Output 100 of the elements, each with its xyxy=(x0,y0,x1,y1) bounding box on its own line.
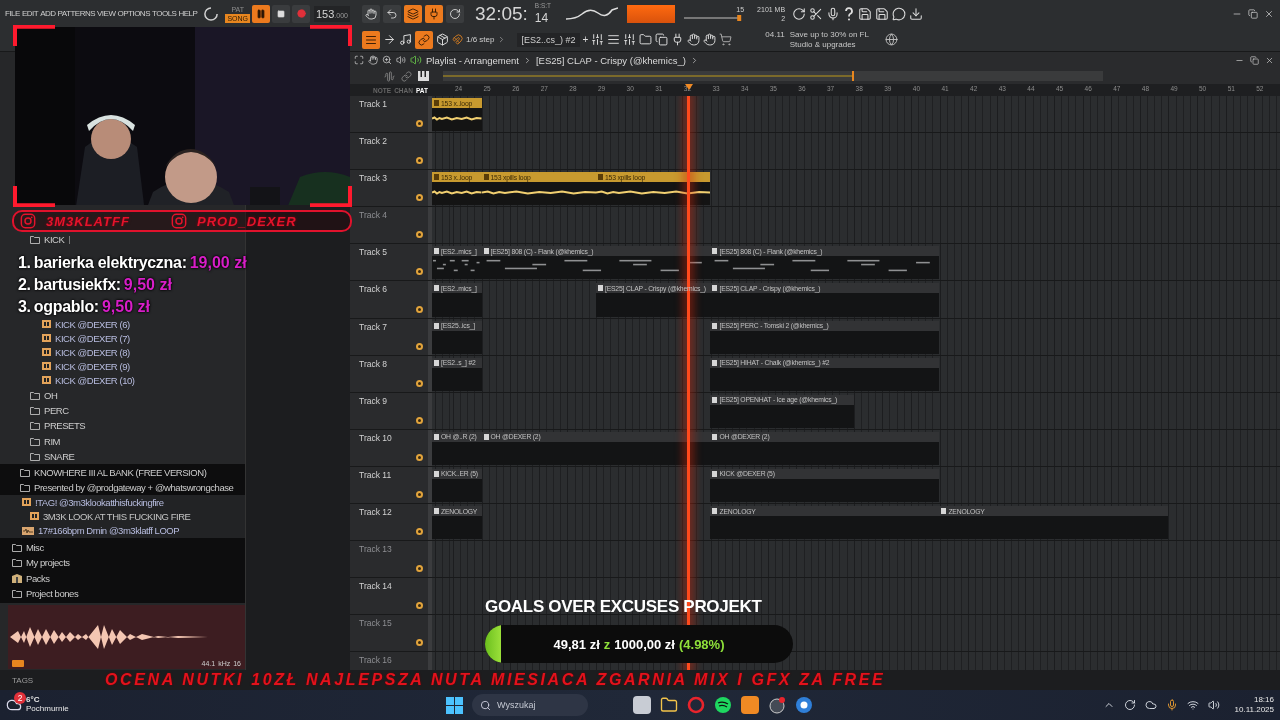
track-header[interactable]: Track 7 xyxy=(350,318,428,355)
track-name: Track 10 xyxy=(359,432,392,443)
browser-folder[interactable]: KICK xyxy=(0,232,76,248)
folder-label: KNOWHERE III AL BANK (FREE VERSION) xyxy=(34,466,207,478)
goal-joiner: z xyxy=(603,636,611,652)
browser-file[interactable]: 3M3K LOOK AT THIS FUCKING FIRE xyxy=(0,509,194,524)
browser-file[interactable]: !TAG! @3m3klookatthisfuckingfire xyxy=(0,495,167,510)
browser-folder[interactable]: OH xyxy=(0,387,61,403)
donor-name: barierka elektryczna: xyxy=(33,254,187,272)
folder-label: SNARE xyxy=(44,451,75,463)
browser-folder[interactable]: SNARE xyxy=(0,448,78,465)
folder-label: Misc xyxy=(26,541,44,553)
browser-folder[interactable]: KNOWHERE III AL BANK (FREE VERSION) xyxy=(0,464,210,480)
browser-folder[interactable]: PRESETS xyxy=(0,418,89,434)
notification-badge: 2 xyxy=(14,692,26,704)
folder-label: KICK xyxy=(44,234,65,246)
track-header[interactable]: Track 6 xyxy=(350,281,428,318)
browser-item[interactable]: KICK @DEXER (6) xyxy=(0,317,133,332)
donation-amount: 19,00 zł xyxy=(189,254,247,272)
donor-rank: 3. xyxy=(18,298,31,316)
track-name: Track 16 xyxy=(359,655,392,666)
browser-item[interactable]: KICK @DEXER (9) xyxy=(0,359,133,374)
goal-raised: 49,81 zł xyxy=(553,636,600,652)
item-label: KICK @DEXER (6) xyxy=(55,318,130,330)
folder-label: OH xyxy=(44,389,58,401)
browser-item[interactable]: KICK @DEXER (7) xyxy=(0,331,133,346)
promo-link[interactable]: 04.11 Save up to 30% on FL Studio & upgrades xyxy=(765,29,882,50)
browser-file[interactable]: 17#166bpm Dmin @3m3klatff LOOP xyxy=(0,523,183,538)
track-name: Track 12 xyxy=(359,507,392,518)
item-label: KICK @DEXER (7) xyxy=(55,332,130,344)
track-header[interactable]: Track 2 xyxy=(350,133,428,170)
window-title: Playlist - Arrangement xyxy=(426,54,519,66)
track-name: Track 14 xyxy=(359,581,392,592)
snap-selector[interactable]: 1/6 step xyxy=(466,35,495,44)
file-label: !TAG! @3m3klookatthisfuckingfire xyxy=(35,496,164,508)
menu-item[interactable]: VIEW xyxy=(97,9,116,18)
track-header[interactable]: Track 4 xyxy=(350,207,428,244)
track-header[interactable]: Track 14 xyxy=(350,578,428,615)
menu-item[interactable]: TOOLS xyxy=(152,9,177,18)
ticker-text: OCENA NUTKI 10ZŁ NAJLEPSZA NUTA MIESIACA ZGARNIA MIX I GFX ZA FREE xyxy=(105,671,886,689)
temperature: 6°C xyxy=(26,696,41,705)
track-name: Track 6 xyxy=(359,284,388,295)
weather-condition: Pochmurnie xyxy=(26,705,69,714)
track-header[interactable]: Track 15 xyxy=(350,615,428,652)
item-label: KICK @DEXER (9) xyxy=(55,360,130,372)
track-header[interactable]: Track 3 xyxy=(350,170,428,207)
file-label: 17#166bpm Dmin @3m3klatff LOOP xyxy=(38,525,180,537)
browser-folder[interactable]: PERC xyxy=(0,402,72,419)
track-name: Track 1 xyxy=(359,99,388,109)
donor-rank: 2. xyxy=(18,276,31,294)
folder-label: Packs xyxy=(26,572,50,584)
track-name: Track 5 xyxy=(359,247,388,258)
breadcrumb: [ES25] CLAP - Crispy (@khemics_) xyxy=(535,54,686,66)
folder-label: Presented by @prodgateway + @whatswrongchase xyxy=(34,481,234,493)
browser-folder[interactable]: Misc xyxy=(0,539,47,556)
song-position: 32:05: xyxy=(475,2,528,25)
track-name: Track 4 xyxy=(359,210,388,221)
tags-label: TAGS xyxy=(12,675,35,685)
clock-time: 18:16 xyxy=(1253,695,1274,705)
browser-item[interactable]: KICK @DEXER (10) xyxy=(0,373,138,388)
browser-folder[interactable]: RIM xyxy=(0,433,64,449)
clock[interactable]: 18:16 10.11.2025 xyxy=(1234,695,1274,715)
browser-folder[interactable]: My projects xyxy=(0,555,73,571)
menu-item[interactable]: ADD xyxy=(40,9,56,18)
track-name: Track 11 xyxy=(359,469,392,480)
track-name: Track 7 xyxy=(359,321,388,332)
track-header[interactable]: Track 9 xyxy=(350,392,428,429)
goal-target: 1000,00 zł xyxy=(614,636,675,652)
track-header[interactable]: Track 8 xyxy=(350,355,428,392)
track-name: Track 8 xyxy=(359,358,388,369)
add-pattern-button[interactable]: + xyxy=(582,34,589,45)
track-header[interactable]: Track 12 xyxy=(350,504,428,541)
track-header[interactable]: Track 13 xyxy=(350,541,428,578)
track-header[interactable]: Track 10 xyxy=(350,429,428,466)
menu-item[interactable]: FILE xyxy=(5,9,20,18)
folder-label: PERC xyxy=(44,404,69,416)
browser-folder[interactable]: Project bones xyxy=(0,585,82,602)
social-handle: 3M3KLATFF xyxy=(46,213,131,229)
folder-label: PRESETS xyxy=(44,420,86,432)
track-header[interactable]: Track 1 xyxy=(350,96,428,133)
menu-item[interactable]: OPTIONS xyxy=(117,9,150,18)
browser-item[interactable]: KICK @DEXER (8) xyxy=(0,345,133,360)
promo-date: 04.11 xyxy=(765,29,785,41)
goal-percent: (4.98%) xyxy=(678,636,725,652)
menu-item[interactable]: PATTERNS xyxy=(57,9,95,18)
donation-amount: 9,50 zł xyxy=(123,276,172,294)
folder-label: RIM xyxy=(44,435,61,447)
browser-folder[interactable]: Packs xyxy=(0,570,53,586)
menu-item[interactable]: EDIT xyxy=(21,9,39,18)
donor-name: bartusiekfx: xyxy=(33,276,121,294)
track-name: Track 13 xyxy=(359,544,392,555)
track-header[interactable]: Track 11 xyxy=(350,466,428,504)
donation-amount: 9,50 zł xyxy=(101,298,150,316)
pattern-selector[interactable]: [ES2..cs_) #2 xyxy=(517,32,580,47)
menu-item[interactable]: HELP xyxy=(178,9,198,18)
track-header[interactable]: Track 16 xyxy=(350,652,428,670)
track-name: Track 9 xyxy=(359,395,388,406)
track-header[interactable]: Track 5 xyxy=(350,244,428,281)
browser-folder[interactable]: Presented by @prodgateway + @whatswrongchase xyxy=(0,479,237,496)
search-field[interactable]: Wyszukaj xyxy=(472,694,588,716)
